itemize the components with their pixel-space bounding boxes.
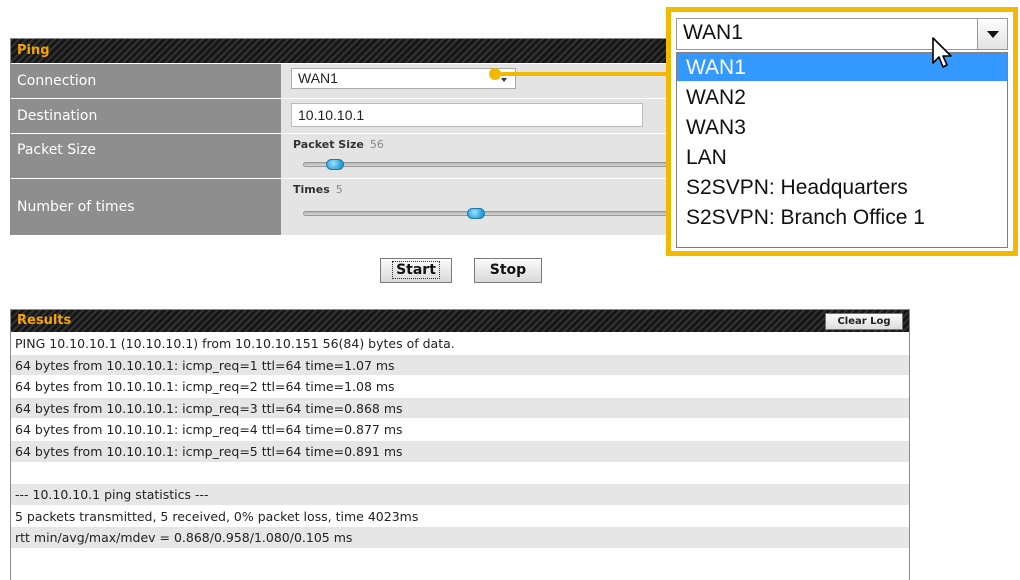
log-line: 64 bytes from 10.10.10.1: icmp_req=4 ttl… [11,418,909,440]
packet-size-slider-handle[interactable] [325,159,344,170]
log-line: 64 bytes from 10.10.10.1: icmp_req=1 ttl… [11,353,909,376]
times-slider-handle[interactable] [466,208,485,219]
destination-row: Destination 10.10.10.1 [11,98,699,133]
times-slider-caption: Times 5 [293,183,343,196]
connection-dropdown-zoom: WAN1 WAN1 WAN2 WAN3 LAN S2SVPN: Headquarters… [666,7,1018,256]
results-header: Results Clear Log [11,310,909,332]
dropdown-option[interactable]: LAN [677,143,1007,173]
connection-select[interactable]: WAN1 [291,68,516,89]
results-log: PING 10.10.10.1 (10.10.10.1) from 10.10.… [11,332,909,580]
packet-size-row: Packet Size Packet Size 56 [11,133,699,178]
times-slider[interactable] [303,208,683,219]
connection-select-value: WAN1 [298,70,338,86]
dropdown-option[interactable]: S2SVPN: Headquarters [677,173,1007,203]
log-line: PING 10.10.10.1 (10.10.10.1) from 10.10.… [11,332,909,354]
log-line: 64 bytes from 10.10.10.1: icmp_req=2 ttl… [11,375,909,397]
log-line: 5 packets transmitted, 5 received, 0% pa… [11,504,909,527]
ping-panel: Ping Connection WAN1 Destination 10.10.1… [10,38,700,235]
start-button-label: Start [392,261,440,279]
times-row: Number of times Times 5 [11,178,699,235]
log-line: 64 bytes from 10.10.10.1: icmp_req=3 ttl… [11,396,909,419]
times-value: 5 [335,183,343,196]
times-slider-label: Times [293,183,330,196]
connection-dropdown-options: WAN1 WAN2 WAN3 LAN S2SVPN: Headquarters S2SVP… [676,52,1008,248]
packet-size-cell: Packet Size 56 [281,134,699,178]
dropdown-toggle-button[interactable] [977,19,1007,49]
chevron-down-icon [987,31,999,38]
destination-label: Destination [11,99,281,133]
mouse-pointer-icon [932,37,952,68]
log-line: rtt min/avg/max/mdev = 0.868/0.958/1.080… [11,526,909,548]
connection-dropdown-value: WAN1 [683,21,743,44]
ping-header: Ping [11,39,699,63]
callout-connector [494,72,670,76]
callout-anchor [489,68,501,80]
packet-size-slider[interactable] [303,159,683,170]
destination-cell: 10.10.10.1 [281,99,699,133]
stop-button[interactable]: Stop [474,258,542,283]
log-line [11,461,909,484]
dropdown-option[interactable]: S2SVPN: Branch Office 1 [677,203,1007,233]
log-line: --- 10.10.10.1 ping statistics --- [11,483,909,505]
packet-size-label: Packet Size [11,134,281,178]
connection-row: Connection WAN1 [11,63,699,98]
log-line: 64 bytes from 10.10.10.1: icmp_req=5 ttl… [11,439,909,462]
chevron-down-icon [501,78,507,82]
results-title: Results [17,313,72,328]
results-panel: Results Clear Log PING 10.10.10.1 (10.10… [10,309,910,580]
clear-log-button[interactable]: Clear Log [825,313,903,330]
destination-input[interactable]: 10.10.10.1 [291,103,643,127]
packet-size-slider-label: Packet Size [293,138,364,151]
times-cell: Times 5 [281,179,699,235]
times-label: Number of times [11,179,281,235]
connection-label: Connection [11,64,281,98]
packet-size-value: 56 [369,138,384,151]
start-button[interactable]: Start [380,258,452,283]
packet-size-slider-caption: Packet Size 56 [293,138,384,151]
dropdown-option[interactable]: WAN2 [677,83,1007,113]
dropdown-option[interactable]: WAN3 [677,113,1007,143]
